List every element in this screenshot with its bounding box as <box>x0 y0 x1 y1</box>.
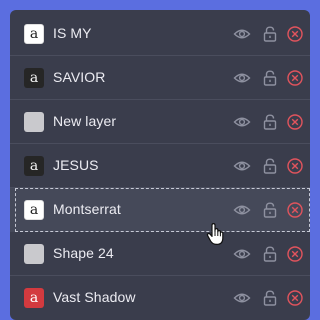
delete-icon[interactable] <box>286 157 304 175</box>
layer-name: Montserrat <box>53 201 121 217</box>
layer-thumbnail: a <box>24 200 44 220</box>
eye-icon[interactable] <box>233 245 251 263</box>
delete-icon[interactable] <box>286 69 304 87</box>
delete-icon[interactable] <box>286 25 304 43</box>
layer-thumbnail <box>24 112 44 132</box>
layers-panel: a IS MY a SAVIOR New layer a JESUS a Mon… <box>10 10 310 320</box>
lock-icon[interactable] <box>261 69 279 87</box>
lock-icon[interactable] <box>261 245 279 263</box>
layer-row[interactable]: Shape 24 <box>10 232 310 276</box>
delete-icon[interactable] <box>286 289 304 307</box>
eye-icon[interactable] <box>233 289 251 307</box>
delete-icon[interactable] <box>286 113 304 131</box>
lock-icon[interactable] <box>261 113 279 131</box>
layer-thumbnail: a <box>24 24 44 44</box>
eye-icon[interactable] <box>233 25 251 43</box>
hand-pointer-cursor-icon <box>206 223 224 245</box>
layer-row[interactable]: New layer <box>10 100 310 144</box>
eye-icon[interactable] <box>233 69 251 87</box>
layer-thumbnail <box>24 244 44 264</box>
layer-row[interactable]: a IS MY <box>10 12 310 56</box>
layer-name: Vast Shadow <box>53 289 136 305</box>
layer-name: JESUS <box>53 157 99 173</box>
lock-icon[interactable] <box>261 289 279 307</box>
layer-name: New layer <box>53 113 117 129</box>
eye-icon[interactable] <box>233 157 251 175</box>
delete-icon[interactable] <box>286 201 304 219</box>
layer-name: SAVIOR <box>53 69 106 85</box>
lock-icon[interactable] <box>261 201 279 219</box>
eye-icon[interactable] <box>233 113 251 131</box>
delete-icon[interactable] <box>286 245 304 263</box>
lock-icon[interactable] <box>261 25 279 43</box>
layer-name: Shape 24 <box>53 245 114 261</box>
layer-thumbnail: a <box>24 156 44 176</box>
eye-icon[interactable] <box>233 201 251 219</box>
layer-thumbnail: a <box>24 288 44 308</box>
layer-row[interactable]: a Vast Shadow <box>10 276 310 320</box>
layer-thumbnail: a <box>24 68 44 88</box>
lock-icon[interactable] <box>261 157 279 175</box>
layer-row[interactable]: a JESUS <box>10 144 310 188</box>
layer-row-selected[interactable]: a Montserrat <box>10 188 310 232</box>
layer-row[interactable]: a SAVIOR <box>10 56 310 100</box>
layer-name: IS MY <box>53 25 92 41</box>
